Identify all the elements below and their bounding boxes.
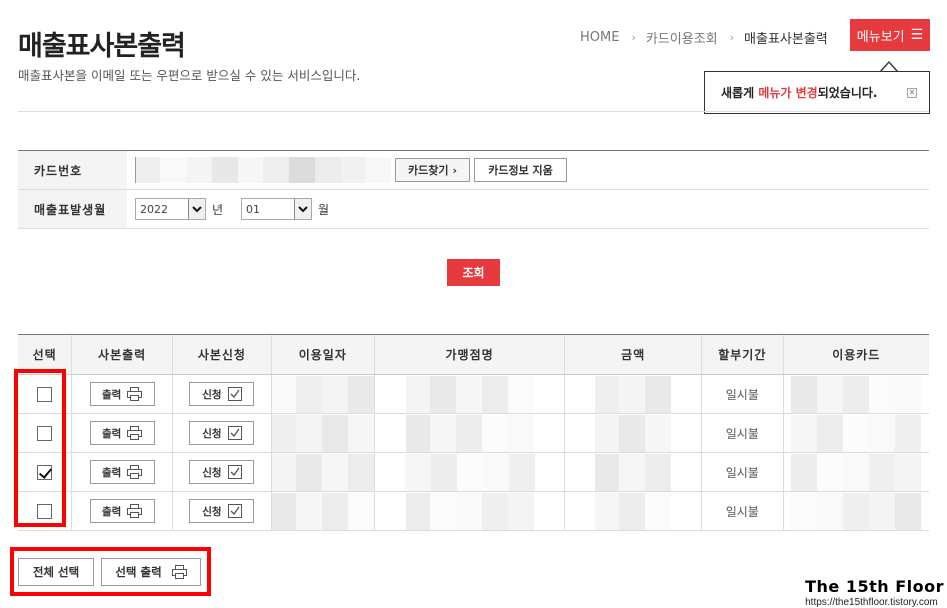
issue-month-label: 매출표발생월 xyxy=(18,190,127,228)
header-installment: 할부기간 xyxy=(701,334,784,375)
page-description: 매출표사본을 이메일 또는 우편으로 받으실 수 있는 서비스입니다. xyxy=(18,68,361,83)
month-select[interactable]: 01 xyxy=(241,198,313,220)
card-number-field[interactable] xyxy=(135,157,391,183)
select-all-button[interactable]: 전체 선택 xyxy=(18,558,94,586)
close-icon[interactable]: ✕ xyxy=(907,87,917,98)
request-label: 신청 xyxy=(202,466,222,479)
installment-value: 일시불 xyxy=(725,465,759,480)
menu-view-button[interactable]: 메뉴보기 ☰ xyxy=(850,19,930,51)
redacted-value xyxy=(271,453,374,491)
watermark-title: The 15th Floor xyxy=(805,577,944,596)
redacted-value xyxy=(375,453,565,491)
document-check-icon xyxy=(227,465,242,479)
search-button[interactable]: 조회 xyxy=(447,259,500,286)
breadcrumb-current: 매출표사본출력 xyxy=(744,32,828,47)
table-row: 출력 신청 일시불 xyxy=(18,413,929,453)
redacted-value xyxy=(271,414,374,452)
request-copy-button[interactable]: 신청 xyxy=(189,460,255,484)
notice-text: 새롭게 메뉴가 변경되었습니다. xyxy=(721,86,878,100)
redacted-value xyxy=(565,492,701,530)
year-unit: 년 xyxy=(212,202,224,217)
hamburger-icon: ☰ xyxy=(910,27,924,43)
request-label: 신청 xyxy=(202,388,222,401)
header-merchant: 가맹점명 xyxy=(373,334,565,375)
installment-value: 일시불 xyxy=(725,504,759,519)
redacted-value xyxy=(784,492,929,530)
header-copy-request: 사본신청 xyxy=(172,334,272,375)
breadcrumb-home[interactable]: HOME xyxy=(580,30,619,45)
redacted-value xyxy=(784,375,929,413)
redacted-value xyxy=(375,492,565,530)
chevron-right-icon: › xyxy=(631,31,636,44)
print-label: 출력 xyxy=(101,505,122,518)
chevron-down-icon xyxy=(188,199,205,219)
document-check-icon xyxy=(227,504,242,518)
redacted-value xyxy=(784,414,929,452)
chevron-right-icon: › xyxy=(729,31,735,44)
installment-value: 일시불 xyxy=(725,387,759,402)
request-label: 신청 xyxy=(202,427,222,440)
chevron-down-icon xyxy=(294,199,312,219)
request-label: 신청 xyxy=(202,505,222,518)
document-check-icon xyxy=(227,387,242,401)
search-form: 카드번호 카드찾기 › 카드정보 지움 매출표발생월 2022 년 01 월 xyxy=(18,150,929,229)
request-copy-button[interactable]: 신청 xyxy=(189,499,255,523)
installment-value: 일시불 xyxy=(725,426,759,441)
redacted-value xyxy=(271,492,374,530)
table-header-row: 선택 사본출력 사본신청 이용일자 가맹점명 금액 할부기간 이용카드 xyxy=(18,334,929,375)
issue-month-row: 매출표발생월 2022 년 01 월 xyxy=(18,190,929,229)
printer-icon xyxy=(127,387,143,401)
print-copy-button[interactable]: 출력 xyxy=(89,421,155,445)
menu-view-label: 메뉴보기 xyxy=(856,29,905,45)
breadcrumb: HOME › 카드이용조회 › 매출표사본출력 xyxy=(580,28,828,47)
header-usage-date: 이용일자 xyxy=(270,334,375,375)
card-number-label: 카드번호 xyxy=(18,151,127,189)
month-unit: 월 xyxy=(318,202,330,217)
header-copy-print: 사본출력 xyxy=(71,334,173,375)
print-copy-button[interactable]: 출력 xyxy=(89,499,155,523)
redacted-value xyxy=(565,453,701,491)
row-checkbox[interactable] xyxy=(37,386,53,402)
card-number-row: 카드번호 카드찾기 › 카드정보 지움 xyxy=(18,151,929,190)
request-copy-button[interactable]: 신청 xyxy=(189,421,255,445)
printer-icon xyxy=(127,465,143,479)
row-checkbox[interactable] xyxy=(37,503,53,519)
row-checkbox[interactable] xyxy=(37,425,53,441)
page-title: 매출표사본출력 xyxy=(18,31,186,62)
document-check-icon xyxy=(227,426,242,440)
redacted-value xyxy=(271,375,374,413)
table-row: 출력 신청 일시불 xyxy=(18,374,929,414)
print-label: 출력 xyxy=(101,466,122,479)
row-checkbox[interactable] xyxy=(37,464,53,480)
menu-change-notice: 새롭게 메뉴가 변경되었습니다. ✕ xyxy=(704,71,930,114)
print-copy-button[interactable]: 출력 xyxy=(89,382,155,406)
printer-icon xyxy=(127,504,143,518)
redacted-value xyxy=(784,453,929,491)
watermark: The 15th Floor https://the15thfloor.tist… xyxy=(805,577,944,608)
request-copy-button[interactable]: 신청 xyxy=(189,382,255,406)
breadcrumb-card-usage[interactable]: 카드이용조회 xyxy=(646,28,718,47)
print-label: 출력 xyxy=(101,388,122,401)
redacted-value xyxy=(375,414,565,452)
print-label: 출력 xyxy=(101,427,122,440)
year-select[interactable]: 2022 xyxy=(135,198,206,220)
redacted-value xyxy=(565,375,701,413)
watermark-url: https://the15thfloor.tistory.com xyxy=(805,597,938,608)
printer-icon xyxy=(127,426,143,440)
table-row: 출력 신청 일시불 xyxy=(18,491,929,531)
find-card-button[interactable]: 카드찾기 › xyxy=(395,158,470,182)
redacted-value xyxy=(375,375,565,413)
sales-slip-table: 선택 사본출력 사본신청 이용일자 가맹점명 금액 할부기간 이용카드 출력 신청… xyxy=(18,334,929,531)
printer-icon xyxy=(171,565,187,579)
header-select: 선택 xyxy=(18,334,72,375)
header-card: 이용카드 xyxy=(782,334,929,375)
clear-card-button[interactable]: 카드정보 지움 xyxy=(474,158,567,182)
header-divider xyxy=(18,111,929,112)
print-copy-button[interactable]: 출력 xyxy=(89,460,155,484)
print-selected-button[interactable]: 선택 출력 xyxy=(101,558,201,586)
chevron-right-icon: › xyxy=(452,163,458,177)
header-amount: 금액 xyxy=(564,334,702,375)
redacted-value xyxy=(565,414,701,452)
table-row: 출력 신청 일시불 xyxy=(18,452,929,492)
